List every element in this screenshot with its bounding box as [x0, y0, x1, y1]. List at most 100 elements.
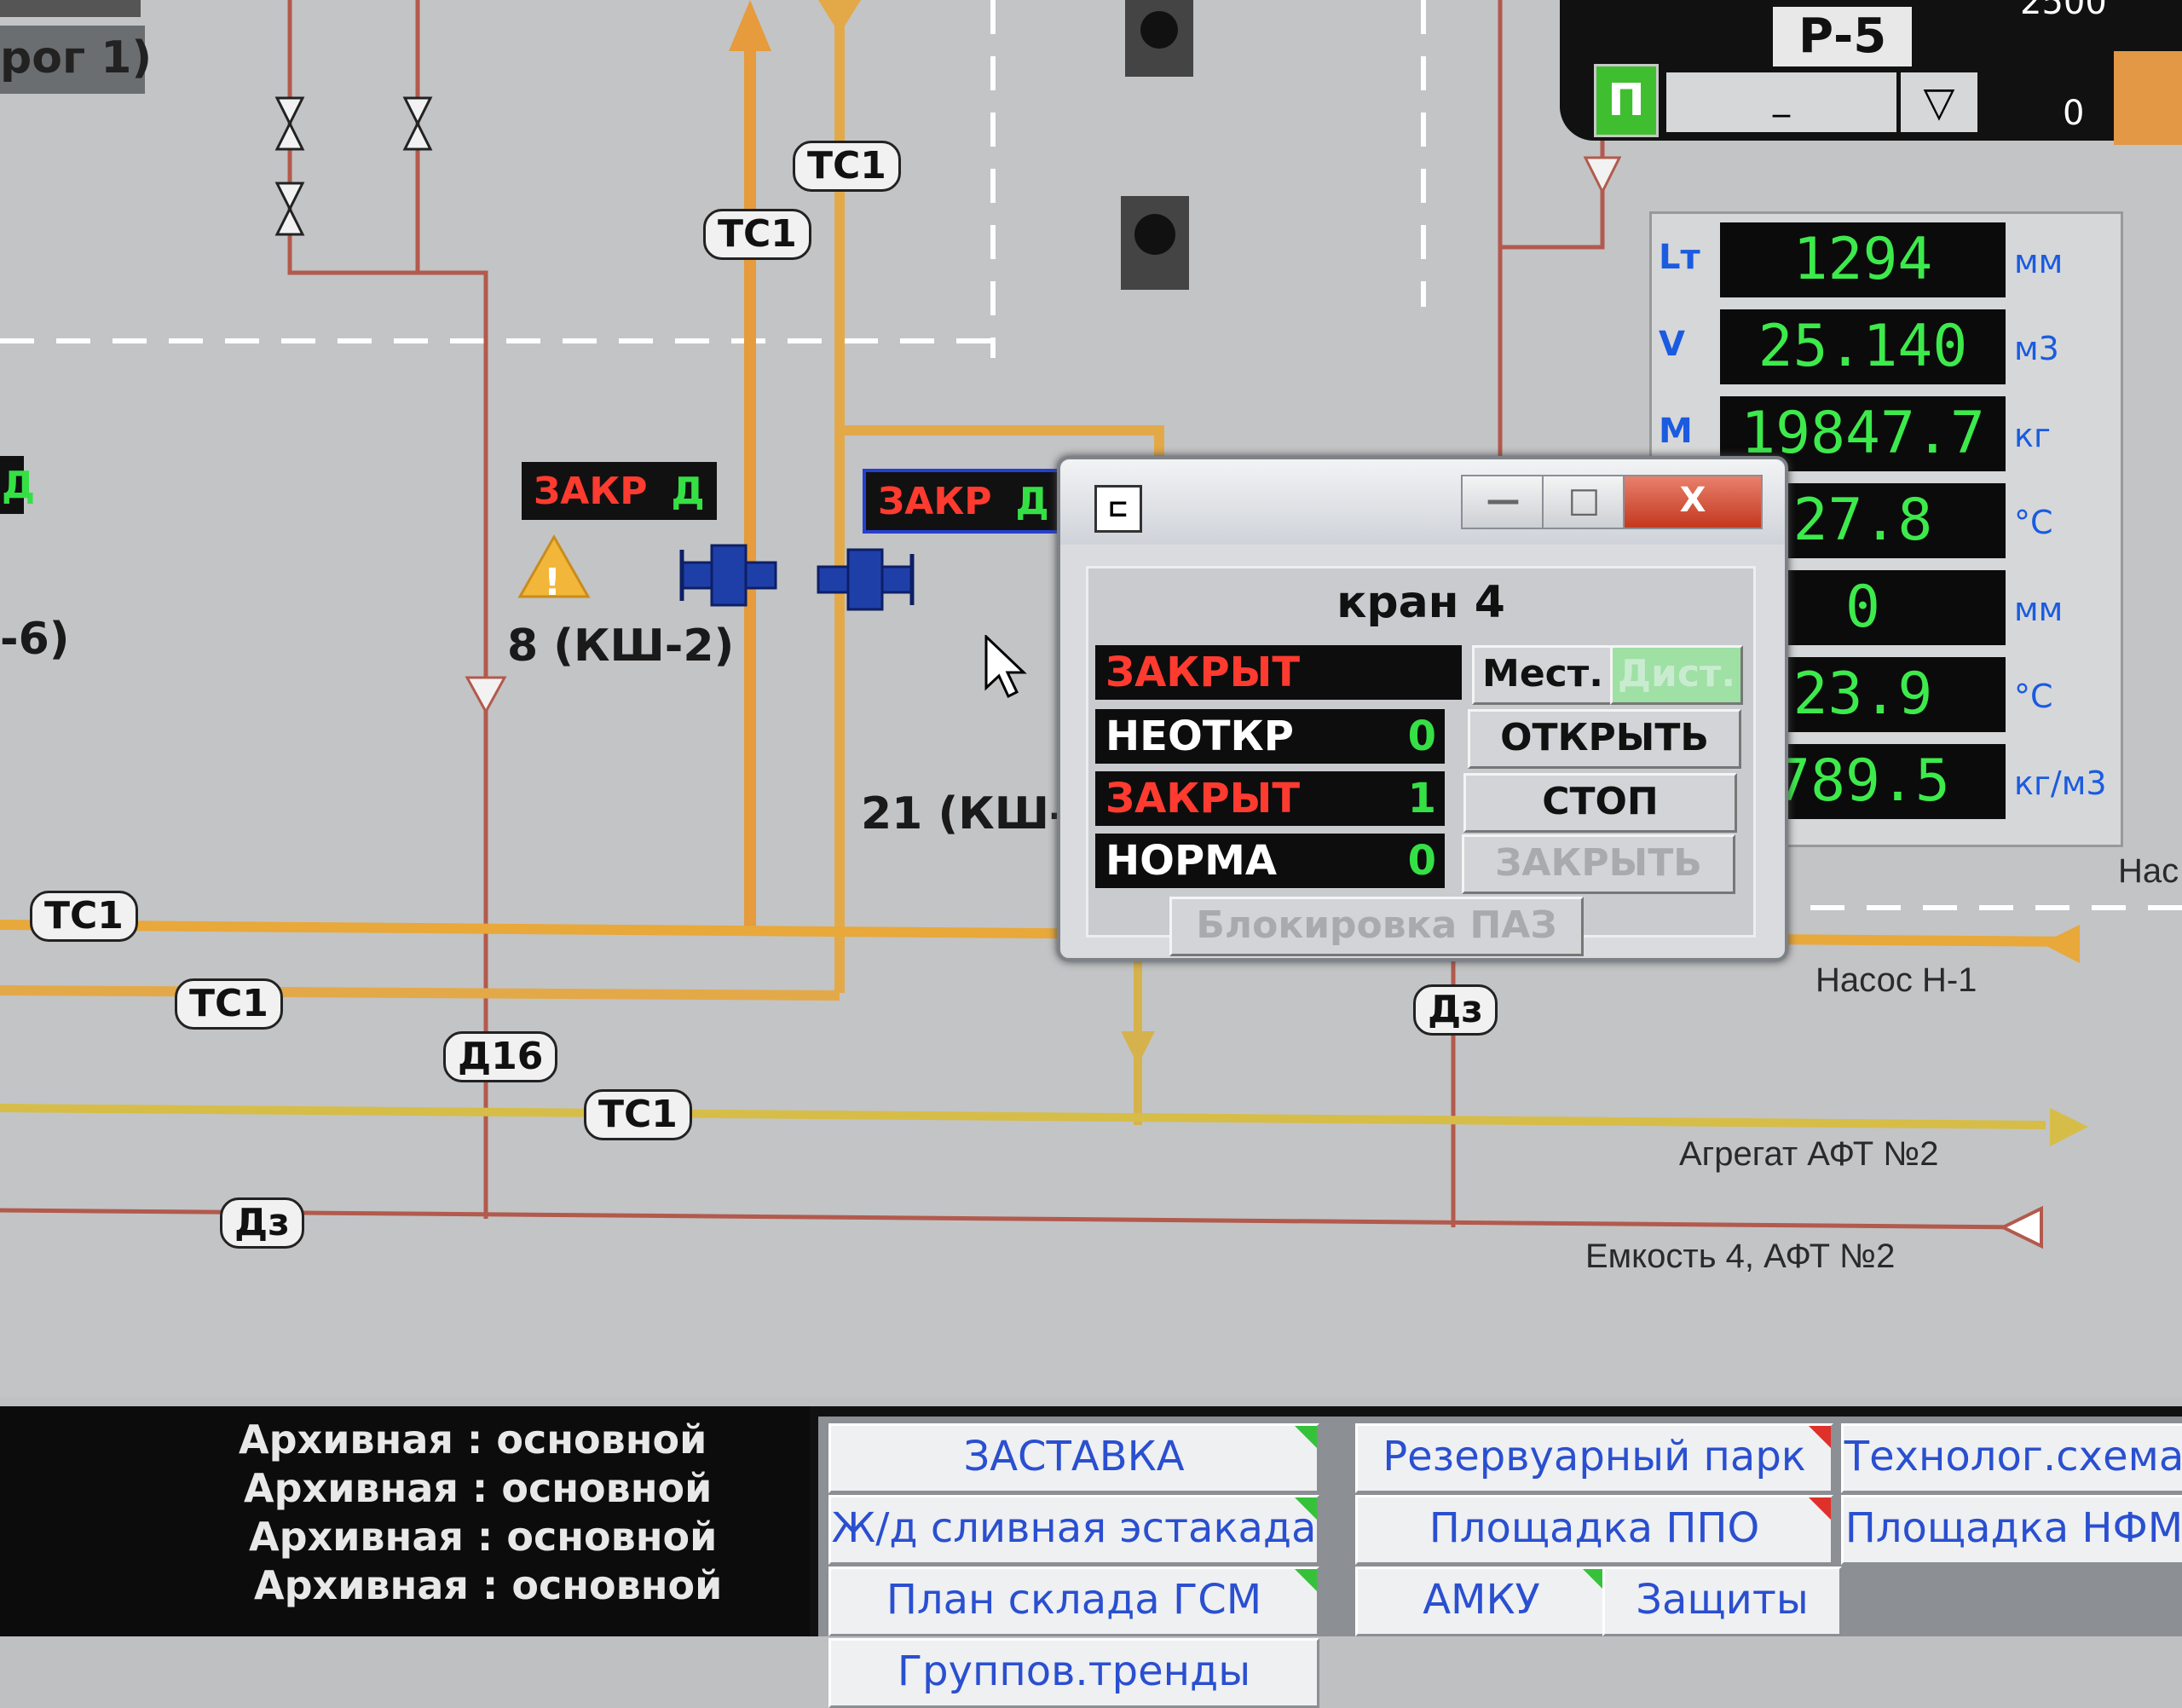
partial-left-label-mid: -6) — [0, 614, 70, 665]
tag-ts1: ТС1 — [703, 209, 811, 260]
tag-ts1: ТС1 — [30, 891, 138, 942]
archive-value: основной — [496, 1417, 707, 1463]
nav-button-label: Резервуарный парк — [1383, 1433, 1806, 1480]
archive-label: Архивная — [244, 1465, 459, 1511]
nav-button[interactable]: Группов.тренды — [828, 1638, 1319, 1708]
remote-mode-button[interactable]: Дист. — [1610, 645, 1743, 705]
valve-status-text: ЗАКРЫТ — [1105, 649, 1301, 696]
nav-button[interactable]: Резервуарный парк — [1355, 1423, 1833, 1493]
nav-button[interactable]: План склада ГСМ — [828, 1567, 1319, 1636]
nav-button-label: Группов.тренды — [897, 1647, 1251, 1695]
valve-status: ЗАКРЫТ — [1095, 645, 1462, 700]
pipe-label-cut: Нас — [2118, 852, 2179, 890]
tank-param-symbol: Lт — [1659, 238, 1700, 277]
partial-left-label-top: рог 1) — [0, 32, 153, 84]
tank-mode-field[interactable]: _ — [1666, 72, 1896, 132]
nav-button[interactable]: Ж/д сливная эстакада — [828, 1495, 1319, 1565]
nav-button[interactable]: Технолог.схема — [1841, 1423, 2182, 1493]
maximize-button[interactable]: □ — [1542, 475, 1626, 529]
signal-row: НЕОТКР 0 — [1095, 709, 1445, 764]
open-button[interactable]: ОТКРЫТЬ — [1468, 709, 1741, 769]
tank-param-symbol: M — [1659, 412, 1693, 451]
valve-8-symbol — [679, 544, 777, 607]
archive-label: Архивная — [239, 1417, 453, 1463]
tank-param-unit: мм — [2014, 591, 2064, 628]
esd-block-button[interactable]: Блокировка ПАЗ — [1169, 897, 1584, 956]
stop-button[interactable]: СТОП — [1463, 773, 1737, 833]
tag-ts1: ТС1 — [584, 1089, 692, 1140]
nav-button[interactable]: ЗАСТАВКА — [828, 1423, 1319, 1493]
app-icon: ⊏ — [1094, 485, 1142, 533]
valve-21-status-badge[interactable]: ЗАКР Д — [863, 469, 1065, 534]
archive-value: основной — [501, 1465, 713, 1511]
tank-param-symbol: V — [1659, 325, 1685, 364]
nav-button[interactable]: Площадка ППО — [1355, 1495, 1833, 1565]
dialog-titlebar[interactable]: ⊏ — □ X — [1060, 459, 1785, 545]
signal-value: 0 — [1407, 713, 1436, 760]
archive-label: Архивная — [254, 1562, 469, 1608]
navigation-grid: ЗАСТАВКА Резервуарный парк Технолог.схема Ж… — [818, 1417, 2182, 1708]
process-diagram-area: рог 1) -6) Д ТС1 ТС1 ТС1 ТС1 ТС1 Д16 Дз … — [0, 0, 2182, 1398]
pipe-label-tank: Емкость 4, АФТ №2 — [1585, 1238, 1896, 1275]
nav-button-label: АМКУ — [1423, 1576, 1540, 1624]
pipe-label-aggregate: Агрегат АФТ №2 — [1679, 1135, 1939, 1173]
dialog-title: кран 4 — [1336, 577, 1505, 628]
archive-status-item: Архивная : основной — [244, 1465, 713, 1511]
valve-8-label: 8 (КШ-2) — [507, 620, 735, 672]
close-valve-button[interactable]: ЗАКРЫТЬ — [1462, 834, 1735, 894]
archive-status-list: Архивная : основной Архивная : основной Ар… — [0, 1406, 810, 1636]
archive-status-item: Архивная : основной — [254, 1562, 723, 1608]
chevron-down-icon[interactable]: ▽ — [1901, 72, 1977, 132]
signal-row: ЗАКРЫТ 1 — [1095, 771, 1445, 826]
archive-value: основной — [511, 1562, 723, 1608]
nav-button-label: Защиты — [1636, 1576, 1809, 1624]
local-mode-button[interactable]: Мест. — [1472, 645, 1613, 705]
nav-button-label: ЗАСТАВКА — [963, 1433, 1185, 1480]
archive-status-item: Архивная : основной — [239, 1417, 707, 1463]
tank-param-value: 25.140 — [1720, 309, 2006, 384]
level-scale-bottom: 0 — [2063, 94, 2085, 133]
status-flag-icon — [1295, 1497, 1317, 1520]
bottom-bar: Архивная : основной Архивная : основной Ар… — [0, 1406, 2182, 1708]
status-flag-icon — [1295, 1426, 1317, 1448]
tank-header: Р-5 П _ ▽ 2500 0 — [1560, 0, 2182, 145]
signal-value: 0 — [1407, 837, 1436, 885]
tank-param-unit: м3 — [2014, 330, 2059, 367]
nav-button[interactable]: Площадка НФМ — [1841, 1495, 2182, 1565]
status-flag-icon — [1295, 1569, 1317, 1591]
tag-ts1: ТС1 — [793, 141, 901, 192]
tank-name: Р-5 — [1773, 7, 1913, 66]
tank-param-unit: кг/м3 — [2014, 765, 2107, 802]
valve-control-dialog: ⊏ — □ X кран 4 ЗАКРЫТ НЕОТКР 0 ЗАКРЫТ 1 НОРМ… — [1057, 456, 1788, 961]
signal-label: НЕОТКР — [1105, 713, 1294, 760]
close-button[interactable]: X — [1623, 475, 1763, 529]
tank-mode-button[interactable]: П — [1594, 64, 1659, 137]
archive-label: Архивная — [249, 1514, 464, 1560]
minimize-button[interactable]: — — [1461, 475, 1545, 529]
level-scale-top: 2500 — [2020, 0, 2107, 22]
nav-button-label: Площадка ППО — [1429, 1504, 1760, 1552]
status-flag-icon — [1809, 1426, 1831, 1448]
status-flag-icon — [1809, 1497, 1831, 1520]
tank-param-unit: мм — [2014, 243, 2064, 280]
tank-param-unit: °С — [2014, 678, 2053, 715]
tag-dz: Дз — [1413, 984, 1498, 1036]
valve-21-label: 21 (КШ- — [861, 788, 1068, 840]
signal-value: 1 — [1407, 775, 1436, 822]
signal-row: НОРМА 0 — [1095, 834, 1445, 888]
partial-left-badge[interactable]: Д — [0, 456, 35, 514]
tank-param-unit: °С — [2014, 504, 2053, 541]
tank-param-unit: кг — [2014, 417, 2051, 454]
valve-8-status-badge[interactable]: ЗАКР Д — [522, 462, 717, 520]
level-bar — [2114, 51, 2182, 145]
nav-button[interactable]: АМКУ — [1355, 1567, 1608, 1636]
tag-ts1: ТС1 — [175, 978, 283, 1030]
signal-label: ЗАКРЫТ — [1105, 775, 1301, 822]
nav-button[interactable]: Защиты — [1602, 1567, 1842, 1636]
nav-button-label: Технолог.схема — [1844, 1433, 2182, 1480]
warning-icon: ! — [544, 561, 562, 604]
tank-param-row: Lт 1294 мм — [1652, 217, 2121, 303]
valve-21-symbol — [817, 548, 915, 611]
tank-param-value: 1294 — [1720, 222, 2006, 297]
nav-button-label: План склада ГСМ — [886, 1576, 1262, 1624]
